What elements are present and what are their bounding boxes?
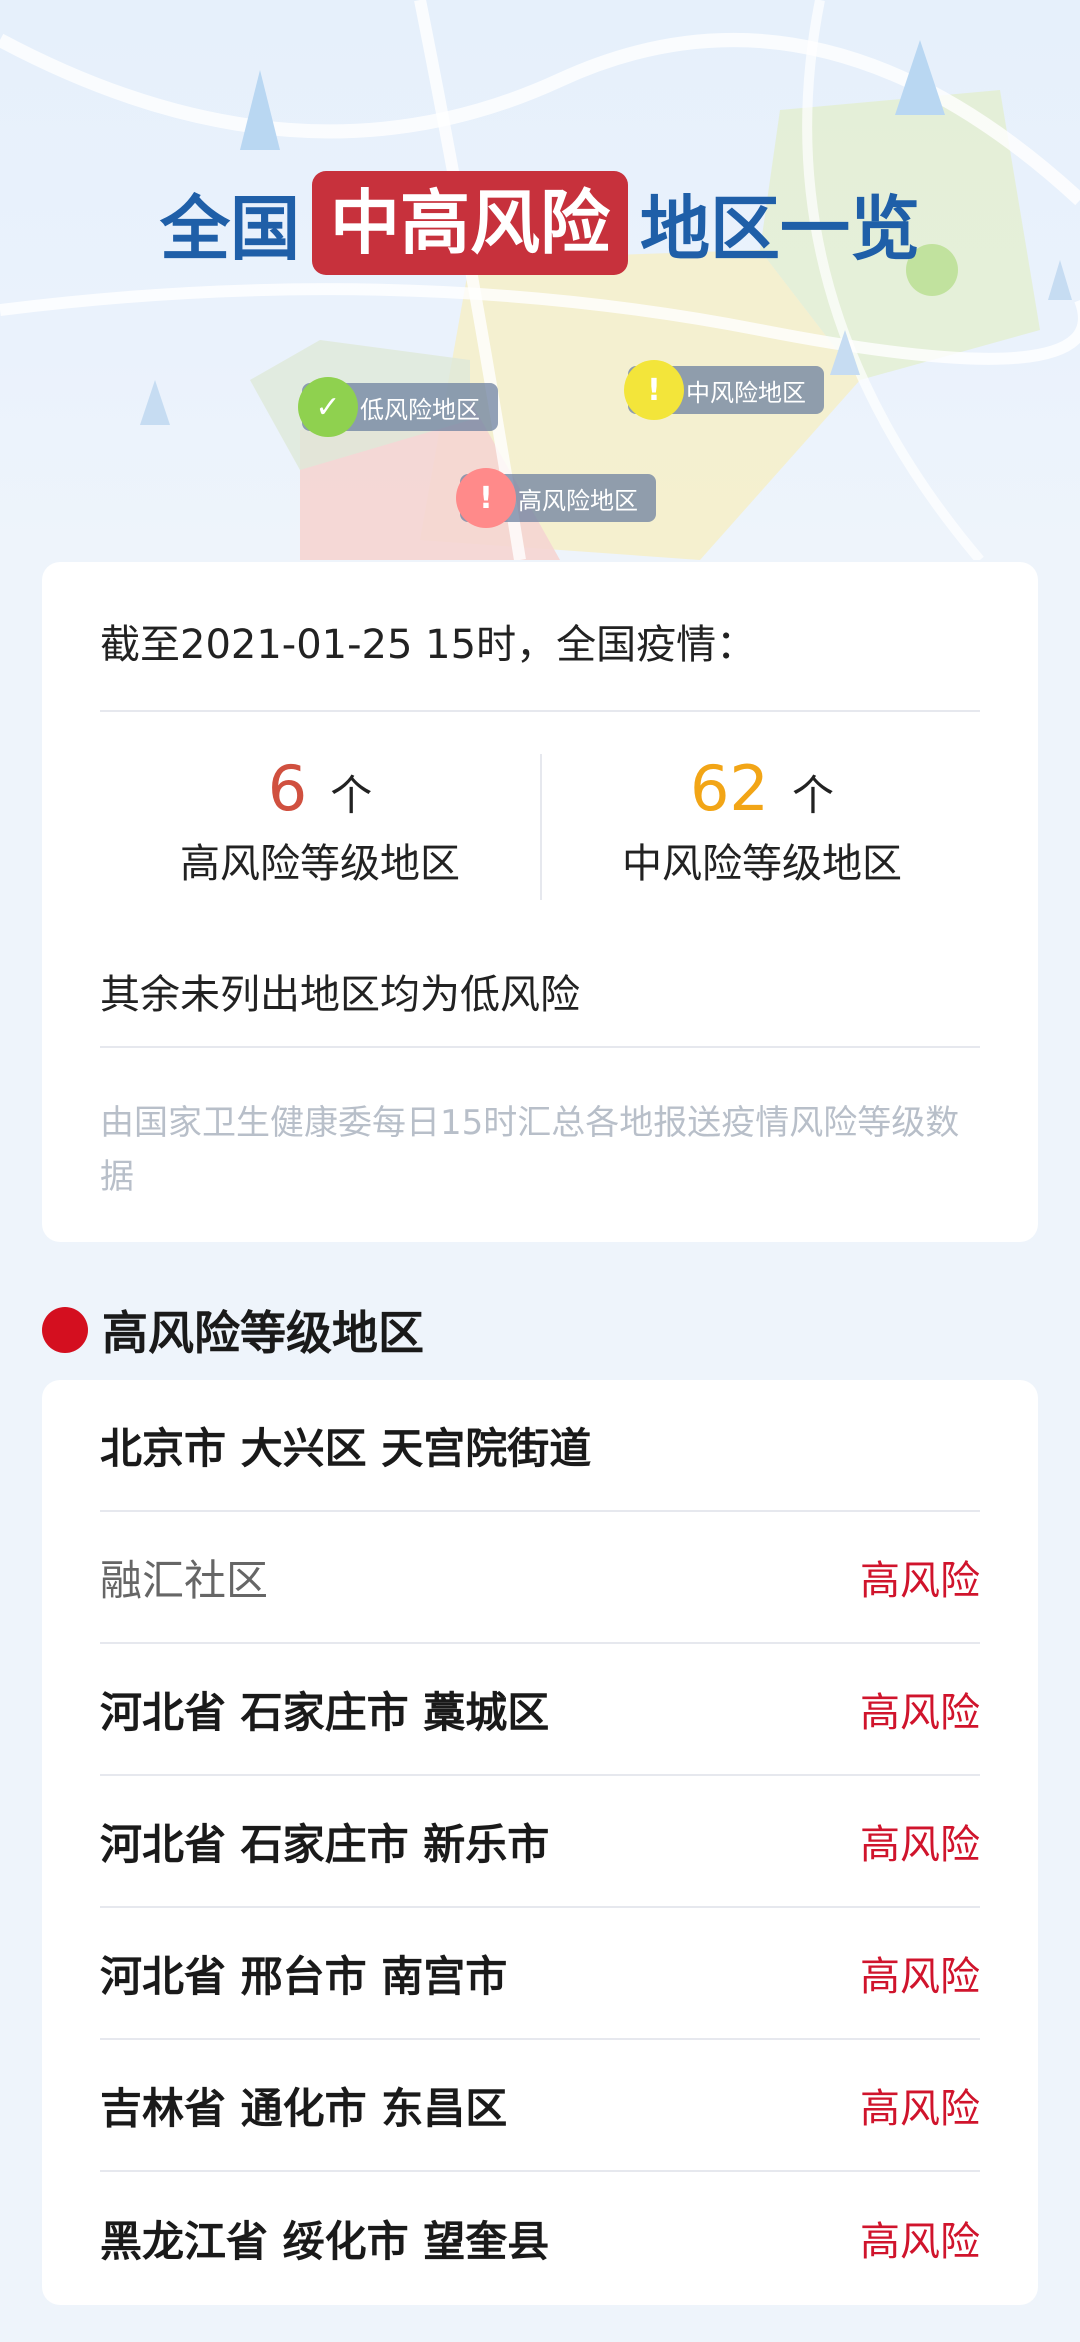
title-prefix: 全国 [160, 187, 300, 270]
region-name: 北京市 大兴区 天宫院街道 [100, 1423, 592, 1473]
region-name: 河北省 石家庄市 藁城区 [100, 1687, 550, 1737]
low-risk-chip-label: 低风险地区 [360, 395, 480, 424]
list-item[interactable]: 融汇社区 高风险 [100, 1512, 980, 1644]
risk-level: 高风险 [860, 2219, 980, 2265]
mid-risk-chip-label: 中风险地区 [686, 378, 806, 407]
low-risk-chip: ✓ 低风险地区 [298, 377, 498, 437]
list-item[interactable]: 河北省 石家庄市 新乐市 高风险 [100, 1776, 980, 1908]
mid-risk-stat: 62 个 中风险等级地区 [542, 752, 982, 889]
title-highlight: 中高风险 [312, 171, 628, 275]
risk-level: 高风险 [860, 1954, 980, 2000]
mid-risk-label: 中风险等级地区 [622, 841, 902, 887]
high-risk-section-header: 高风险等级地区 [42, 1300, 424, 1360]
high-risk-label: 高风险等级地区 [180, 841, 460, 887]
list-item[interactable]: 河北省 邢台市 南宫市 高风险 [100, 1908, 980, 2040]
high-risk-unit: 个 [330, 771, 373, 820]
list-item[interactable]: 河北省 石家庄市 藁城区 高风险 [100, 1644, 980, 1776]
as-of-text: 截至2021-01-25 15时，全国疫情： [100, 622, 757, 668]
region-name: 河北省 邢台市 南宫市 [100, 1951, 508, 2001]
mid-risk-count: 62 [689, 752, 769, 825]
list-item[interactable]: 黑龙江省 绥化市 望奎县 高风险 [100, 2172, 980, 2304]
region-name: 黑龙江省 绥化市 望奎县 [100, 2216, 550, 2266]
mid-risk-chip: ! 中风险地区 [624, 360, 824, 420]
divider [100, 1046, 980, 1048]
title-suffix: 地区一览 [640, 187, 920, 270]
region-name: 河北省 石家庄市 新乐市 [100, 1819, 550, 1869]
risk-level: 高风险 [860, 1822, 980, 1868]
region-name: 吉林省 通化市 东昌区 [100, 2083, 508, 2133]
region-name: 融汇社区 [100, 1555, 269, 1605]
low-risk-note: 其余未列出地区均为低风险 [100, 972, 580, 1018]
high-risk-stat: 6 个 高风险等级地区 [100, 752, 540, 889]
summary-card: 截至2021-01-25 15时，全国疫情： 6 个 高风险等级地区 62 个 … [42, 562, 1038, 1242]
page-title: 全国 中高风险 地区一览 [0, 168, 1080, 278]
list-item[interactable]: 吉林省 通化市 东昌区 高风险 [100, 2040, 980, 2172]
high-risk-count: 6 [267, 752, 308, 825]
high-risk-list: 北京市 大兴区 天宫院街道 融汇社区 高风险 河北省 石家庄市 藁城区 高风险 … [42, 1380, 1038, 2305]
red-dot-icon [42, 1307, 88, 1353]
section-title: 高风险等级地区 [102, 1306, 424, 1360]
hero-banner: 全国 中高风险 地区一览 ✓ 低风险地区 ! 中风险地区 ! 高风险地区 [0, 0, 1080, 560]
mid-risk-unit: 个 [791, 771, 834, 820]
high-risk-chip-label: 高风险地区 [518, 486, 638, 515]
list-item[interactable]: 北京市 大兴区 天宫院街道 [100, 1380, 980, 1512]
high-risk-chip: ! 高风险地区 [456, 468, 656, 528]
exclamation-icon: ! [624, 360, 684, 420]
check-icon: ✓ [298, 377, 358, 437]
risk-level: 高风险 [860, 2086, 980, 2132]
exclamation-icon: ! [456, 468, 516, 528]
risk-level: 高风险 [860, 1558, 980, 1604]
divider [100, 710, 980, 712]
risk-level: 高风险 [860, 1690, 980, 1736]
data-source-note: 由国家卫生健康委每日15时汇总各地报送疫情风险等级数据 [100, 1103, 960, 1197]
